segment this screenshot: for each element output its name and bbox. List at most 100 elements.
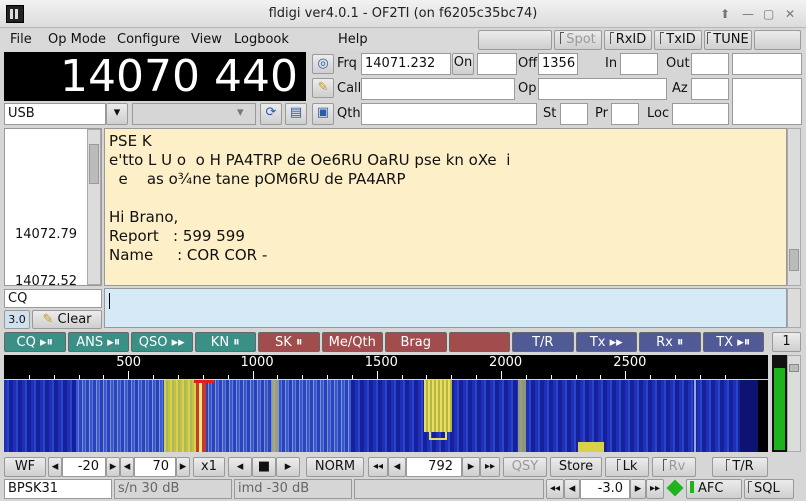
stop-icon[interactable]: ■ xyxy=(252,457,276,477)
qth-input[interactable] xyxy=(361,103,537,125)
lo-increase[interactable]: ▸ xyxy=(106,457,120,477)
macro-button[interactable]: Tx ▸▸ xyxy=(575,332,637,352)
op-input[interactable] xyxy=(538,78,667,100)
macro-page[interactable]: 1 xyxy=(772,332,801,352)
frq-input[interactable]: 14071.232 xyxy=(361,53,451,75)
reverse-toggle[interactable]: Rv xyxy=(652,457,696,477)
clear-button[interactable]: ✎ Clear xyxy=(32,310,102,329)
extra-input-1[interactable] xyxy=(732,53,802,75)
squelch-value[interactable]: 3.0 xyxy=(4,310,30,329)
rx-scrollbar[interactable] xyxy=(787,128,801,286)
blank-top-button[interactable] xyxy=(478,30,552,50)
blank-right-button[interactable] xyxy=(754,30,801,50)
afc-left-icon[interactable]: ◂ xyxy=(564,479,580,499)
tx-scrollbar[interactable] xyxy=(787,288,801,328)
lo-value[interactable]: -20 xyxy=(62,457,106,477)
menu-file[interactable]: File xyxy=(10,32,32,47)
macro-button[interactable]: TX ▸⏸ xyxy=(702,332,764,352)
rxid-toggle[interactable]: RxID xyxy=(604,30,652,50)
mode-select[interactable]: USB xyxy=(4,103,106,125)
pr-input[interactable] xyxy=(611,103,639,125)
loc-input[interactable] xyxy=(672,103,729,125)
menu-configure[interactable]: Configure xyxy=(117,32,180,47)
zoom-button[interactable]: x1 xyxy=(193,457,225,477)
step-right-icon[interactable]: ▸ xyxy=(462,457,480,477)
wf-button[interactable]: WF xyxy=(4,457,46,477)
txid-toggle[interactable]: TxID xyxy=(654,30,702,50)
st-input[interactable] xyxy=(560,103,588,125)
left-arrow-icon[interactable]: ◂ xyxy=(228,457,252,477)
browser-freq-2[interactable]: 14072.52 xyxy=(15,274,77,289)
afc-fast-right-icon[interactable]: ▸▸ xyxy=(646,479,664,499)
qsy-button[interactable]: QSY xyxy=(503,457,547,477)
in-input[interactable] xyxy=(620,53,658,75)
az-input[interactable] xyxy=(691,78,729,100)
spot-toggle[interactable]: Spot xyxy=(554,30,602,50)
hi-decrease[interactable]: ◂ xyxy=(120,457,134,477)
fast-left-icon[interactable]: ◂◂ xyxy=(368,457,388,477)
browser-freq-1[interactable]: 14072.79 xyxy=(15,227,77,242)
close-icon[interactable]: ✕ xyxy=(785,7,795,21)
broom-icon[interactable]: ✎ xyxy=(312,78,334,98)
globe-icon[interactable]: ◎ xyxy=(312,54,334,74)
mode-dropdown-button[interactable]: ▾ xyxy=(106,103,128,125)
step-left-icon[interactable]: ◂ xyxy=(388,457,406,477)
browser-scrollbar[interactable] xyxy=(87,129,101,285)
afc-value[interactable]: -3.0 xyxy=(580,479,630,499)
cursor-freq[interactable]: 792 xyxy=(406,457,462,477)
hi-increase[interactable]: ▸ xyxy=(176,457,190,477)
menu-view[interactable]: View xyxy=(191,32,222,47)
lo-decrease[interactable]: ◂ xyxy=(48,457,62,477)
scale-minor-tick xyxy=(550,375,552,379)
menu-op-mode[interactable]: Op Mode xyxy=(48,32,106,47)
lock-toggle[interactable]: Lk xyxy=(605,457,649,477)
afc-right-icon[interactable]: ▸ xyxy=(630,479,646,499)
macro-button[interactable]: QSO ▸▸ xyxy=(131,332,193,352)
cq-input[interactable]: CQ xyxy=(4,289,102,308)
macro-button[interactable]: SK ⏸ xyxy=(258,332,320,352)
up-icon[interactable]: ⬆ xyxy=(720,7,730,21)
scale-minor-tick xyxy=(78,375,80,379)
extra-input-2[interactable] xyxy=(732,78,802,125)
macro-button[interactable]: Brag xyxy=(385,332,447,352)
afc-toggle[interactable]: AFC xyxy=(686,479,742,499)
waterfall[interactable] xyxy=(4,380,768,452)
menu-logbook[interactable]: Logbook xyxy=(234,32,289,47)
tx-text-panel[interactable] xyxy=(104,288,787,328)
sql-toggle[interactable]: SQL xyxy=(744,479,794,499)
macro-button[interactable]: KN ⏸ xyxy=(194,332,256,352)
fast-right-icon[interactable]: ▸▸ xyxy=(480,457,500,477)
right-arrow-icon[interactable]: ▸ xyxy=(276,457,300,477)
bandwidth-dropdown-icon[interactable]: ▾ xyxy=(237,105,244,120)
out-input[interactable] xyxy=(691,53,729,75)
maximize-icon[interactable]: ▢ xyxy=(763,7,774,21)
macro-button[interactable]: CQ ▸⏸ xyxy=(4,332,66,352)
macro-button[interactable]: Rx ⏸ xyxy=(639,332,701,352)
hi-value[interactable]: 70 xyxy=(134,457,176,477)
save-icon[interactable]: ▣ xyxy=(312,103,334,125)
scale-minor-tick xyxy=(650,375,652,379)
off-input[interactable]: 1356 xyxy=(538,53,578,75)
menu-help[interactable]: Help xyxy=(338,32,368,47)
broom-icon: ✎ xyxy=(42,312,54,327)
macro-button[interactable] xyxy=(448,332,510,352)
call-input[interactable] xyxy=(361,78,515,100)
macro-button[interactable]: Me/Qth xyxy=(321,332,383,352)
refresh-icon[interactable]: ⟳ xyxy=(260,103,282,125)
frequency-display[interactable]: 14070 440 xyxy=(4,52,306,101)
rx-text-panel[interactable]: PSE Ke'tto L U o o H PA4TRP de Oe6RU OaR… xyxy=(104,128,787,286)
signal-browser[interactable]: 14072.79 14072.52 xyxy=(4,128,102,289)
status-mode[interactable]: BPSK31 xyxy=(4,479,112,499)
on-button[interactable]: On xyxy=(452,53,474,75)
macro-button[interactable]: T/R xyxy=(512,332,574,352)
rig-icon[interactable]: ▤ xyxy=(285,103,307,125)
afc-fast-left-icon[interactable]: ◂◂ xyxy=(546,479,564,499)
level-slider[interactable] xyxy=(787,355,801,452)
tune-toggle[interactable]: TUNE xyxy=(704,30,752,50)
minimize-icon[interactable]: — xyxy=(742,7,754,21)
store-button[interactable]: Store xyxy=(550,457,602,477)
macro-button[interactable]: ANS ▸⏸ xyxy=(67,332,129,352)
norm-button[interactable]: NORM xyxy=(306,457,364,477)
tr-toggle[interactable]: T/R xyxy=(712,457,768,477)
on-input[interactable] xyxy=(477,53,517,75)
